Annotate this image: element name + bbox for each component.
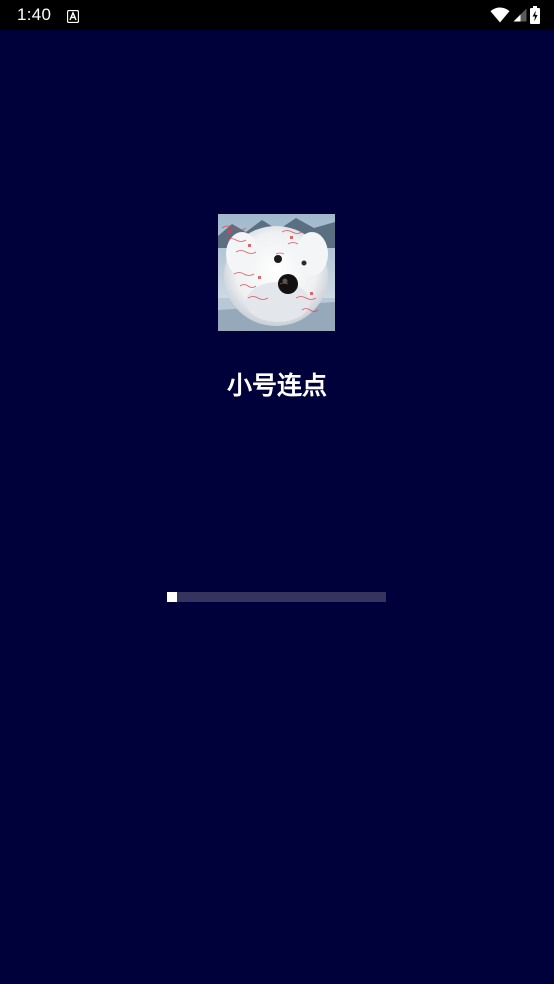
loading-progress-fill [167,592,177,602]
cell-signal-icon [513,8,527,22]
app-logo-image [218,214,335,331]
loading-progress-bar [167,592,386,602]
status-bar: 1:40 [0,0,554,30]
status-time: 1:40 [17,5,52,24]
app-name-title: 小号连点 [226,371,327,400]
battery-charging-icon [530,6,540,24]
a-launcher-icon [66,8,80,24]
wifi-icon [490,7,510,23]
white-puppy-photo-icon [218,214,335,331]
